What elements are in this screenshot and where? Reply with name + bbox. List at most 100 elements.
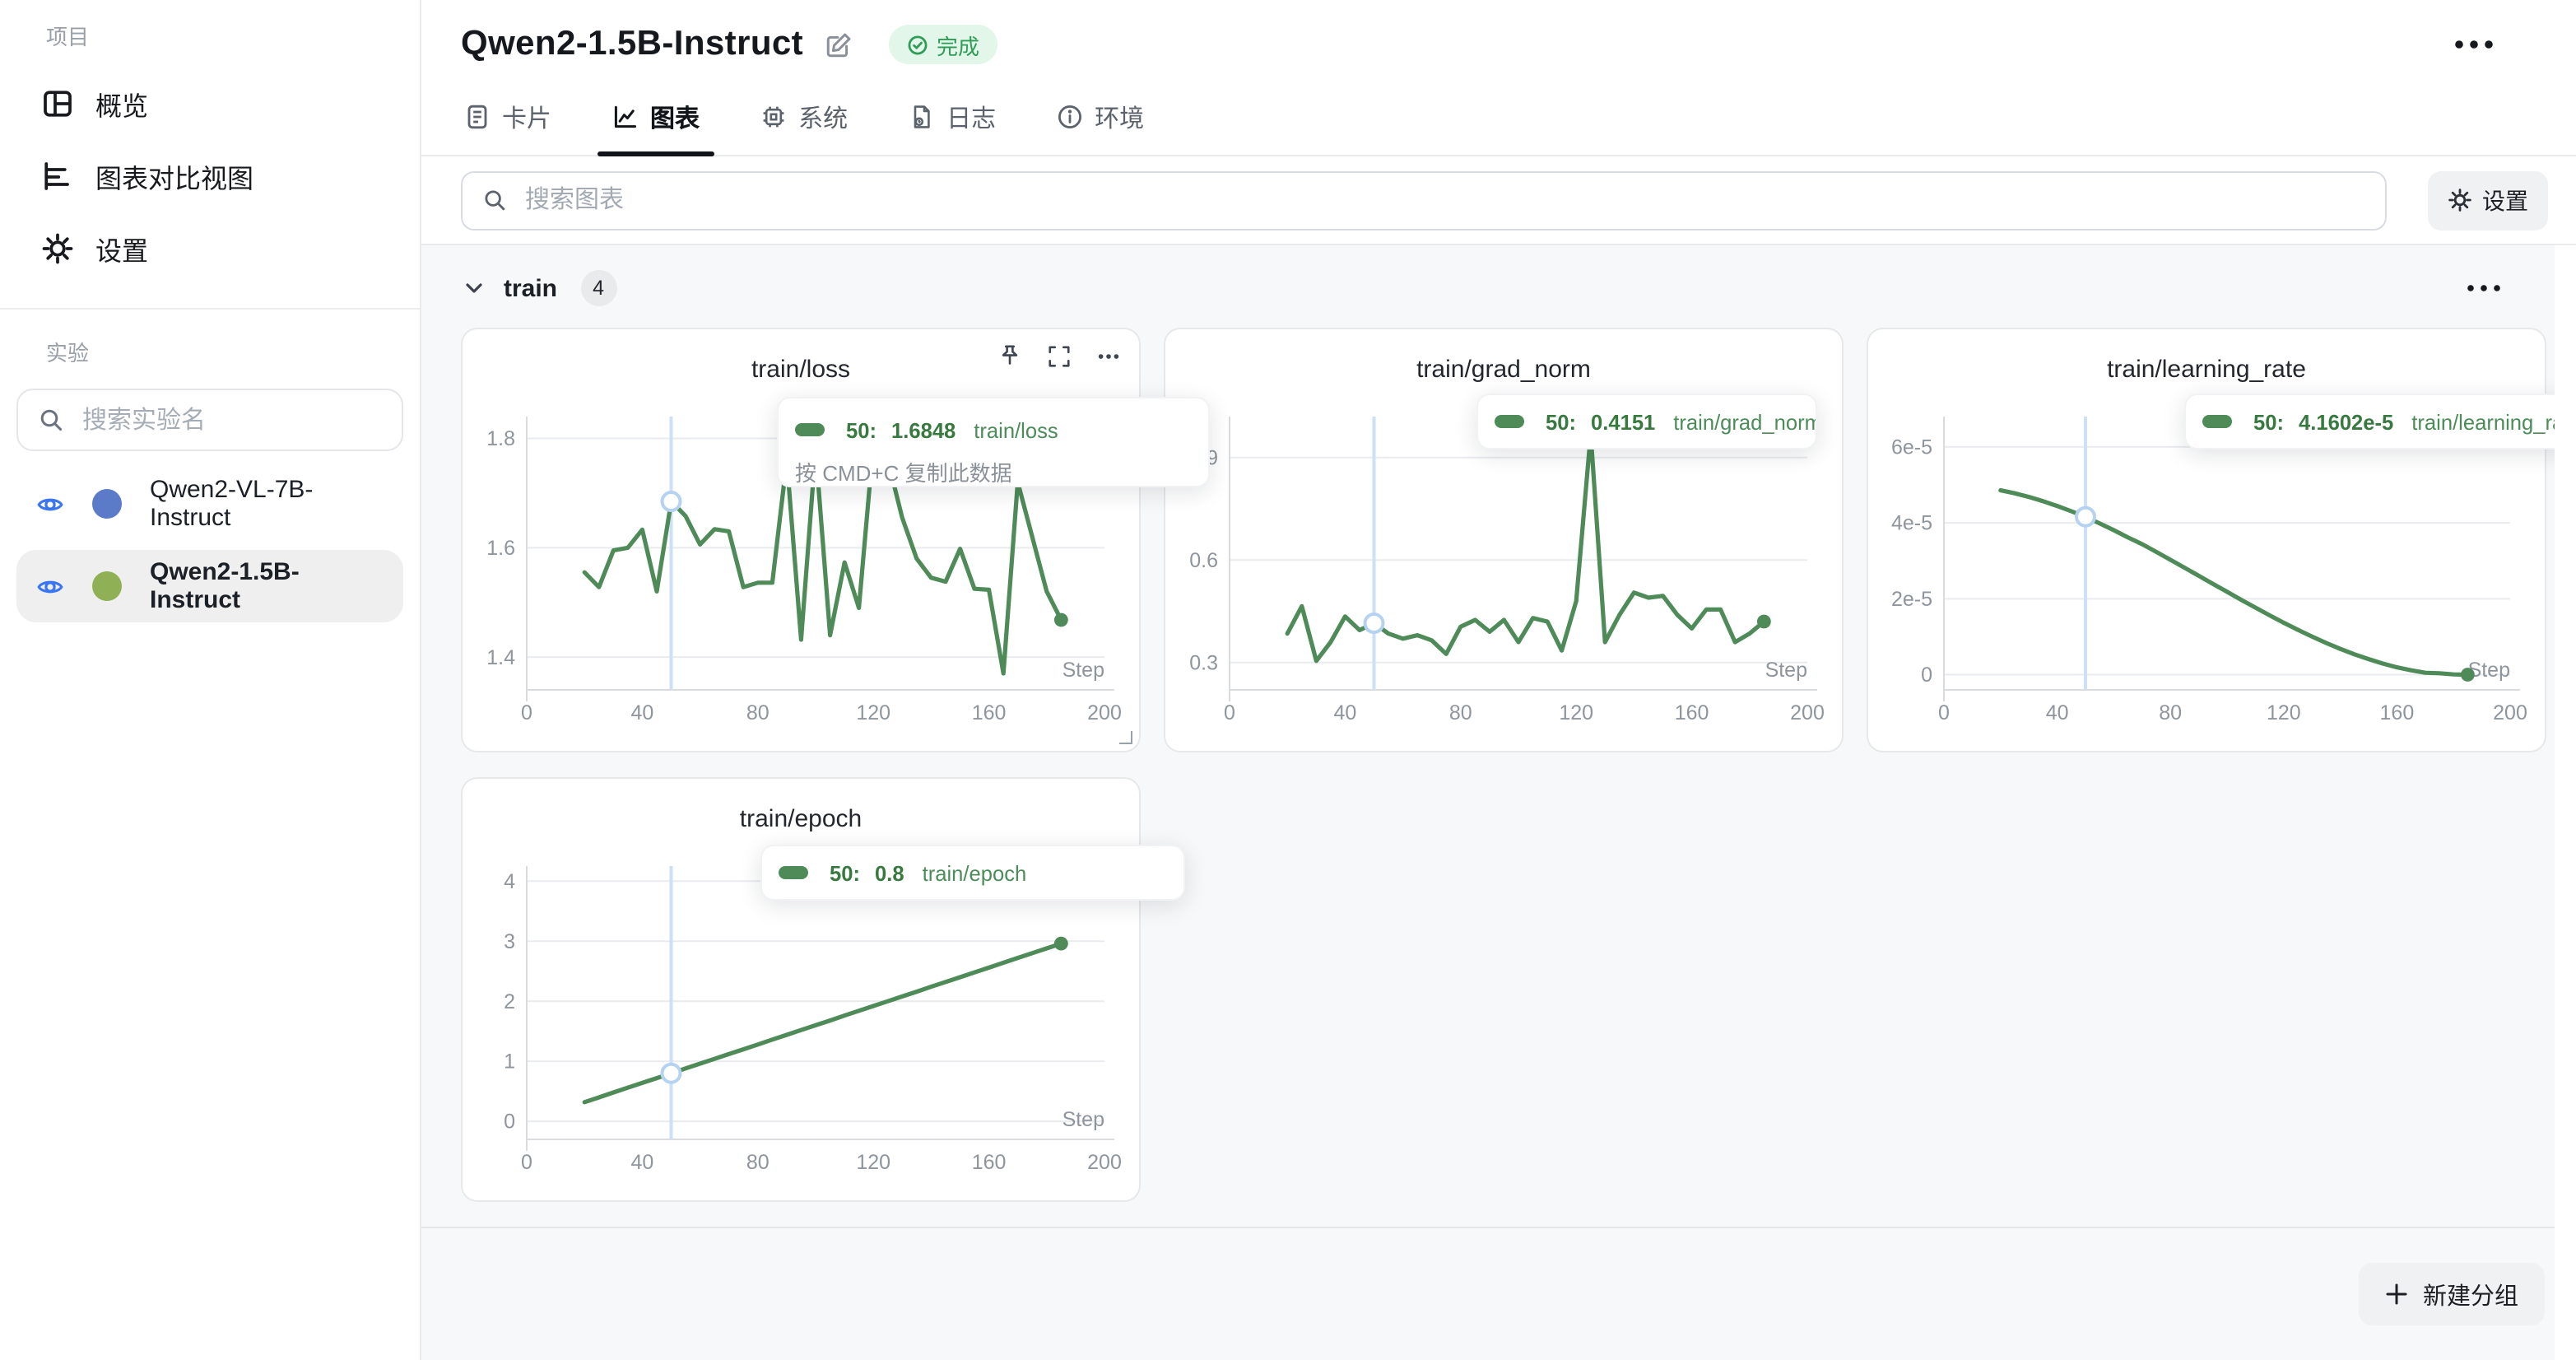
tab-system[interactable]: 系统 <box>760 79 848 155</box>
chart-title: train/learning_rate <box>1868 356 2545 384</box>
group-count-badge: 4 <box>580 270 616 306</box>
tooltip-train-loss: 50: 1.6848 train/loss 按 CMD+C 复制此数据 <box>777 397 1210 487</box>
svg-text:2: 2 <box>504 990 515 1013</box>
ellipsis-icon[interactable] <box>1096 344 1121 369</box>
tab-label: 日志 <box>946 100 996 134</box>
tooltip-step: 50: <box>830 860 860 885</box>
svg-text:80: 80 <box>746 1151 770 1174</box>
svg-text:160: 160 <box>1675 701 1709 724</box>
plus-icon <box>2385 1283 2408 1306</box>
fullscreen-icon[interactable] <box>1047 344 1072 369</box>
pin-icon[interactable] <box>997 344 1022 369</box>
chart-card-train-epoch: 0123404080120160200Step train/epoch <box>461 777 1141 1202</box>
experiment-name: Qwen2-1.5B-Instruct <box>150 558 384 614</box>
chart-canvas[interactable]: 1.41.61.804080120160200Step <box>463 329 1141 752</box>
group-name: train <box>504 274 557 302</box>
new-group-button-label: 新建分组 <box>2423 1277 2518 1311</box>
chart-toolbar: 设置 <box>421 156 2576 245</box>
check-circle-icon <box>907 34 928 55</box>
tab-charts[interactable]: 图表 <box>612 79 700 155</box>
sidebar-item-label: 概览 <box>95 84 148 123</box>
visibility-eye-icon[interactable] <box>36 490 64 518</box>
cpu-icon <box>760 104 787 130</box>
tooltip-step: 50: <box>846 417 876 442</box>
svg-text:120: 120 <box>856 1151 890 1174</box>
visibility-eye-icon[interactable] <box>36 572 64 600</box>
svg-text:80: 80 <box>746 701 770 724</box>
svg-text:120: 120 <box>856 701 890 724</box>
sidebar-item-settings[interactable]: 设置 <box>0 212 420 285</box>
tooltip-step: 50: <box>1546 409 1576 434</box>
chart-card-actions <box>997 344 1121 369</box>
svg-text:0: 0 <box>1938 701 1950 724</box>
experiment-row-selected[interactable]: Qwen2-1.5B-Instruct <box>16 550 403 622</box>
tooltip-train-epoch: 50: 0.8 train/epoch <box>760 845 1185 901</box>
tab-label: 环境 <box>1095 100 1144 134</box>
svg-text:0: 0 <box>1224 701 1235 724</box>
chart-grid: 1.41.61.804080120160200Step train/loss <box>461 328 2515 1202</box>
tooltip-metric: train/epoch <box>923 860 1027 885</box>
chart-settings-button[interactable]: 设置 <box>2428 170 2548 230</box>
edit-pencil-icon[interactable] <box>825 30 853 58</box>
charts-content: train 4 1.41.61.804080120160200Step trai… <box>421 245 2555 1360</box>
experiment-search-input[interactable] <box>79 404 413 435</box>
svg-text:160: 160 <box>972 1151 1007 1174</box>
svg-text:0: 0 <box>521 701 532 724</box>
resize-handle[interactable] <box>1119 731 1132 744</box>
svg-text:40: 40 <box>2046 701 2069 724</box>
svg-text:Step: Step <box>1062 1108 1104 1131</box>
bar-chart-icon <box>41 160 74 193</box>
log-file-icon <box>909 104 935 130</box>
tooltip-train-grad-norm: 50: 0.4151 train/grad_norm <box>1476 394 1817 449</box>
experiment-name: Qwen2-VL-7B-Instruct <box>150 476 384 532</box>
page-header: Qwen2-1.5B-Instruct 完成 <box>421 0 2576 79</box>
chart-title: train/epoch <box>463 805 1139 833</box>
experiment-row[interactable]: Qwen2-VL-7B-Instruct <box>16 468 403 540</box>
tab-cards[interactable]: 卡片 <box>464 79 551 155</box>
svg-text:40: 40 <box>630 1151 653 1174</box>
svg-text:Step: Step <box>1765 659 1807 682</box>
svg-text:120: 120 <box>1559 701 1593 724</box>
status-badge: 完成 <box>889 25 997 64</box>
chart-canvas[interactable]: 0123404080120160200Step <box>463 779 1141 1202</box>
svg-text:0: 0 <box>504 1111 515 1134</box>
svg-text:Step: Step <box>2468 659 2510 682</box>
content-footer-divider <box>421 1227 2555 1228</box>
line-chart-icon <box>612 104 639 130</box>
chart-group-header: train 4 <box>461 268 2515 308</box>
tab-label: 图表 <box>650 100 700 134</box>
experiments-section-label: 实验 <box>46 336 420 367</box>
chart-title: train/grad_norm <box>1165 356 1842 384</box>
svg-text:200: 200 <box>1087 701 1122 724</box>
series-swatch <box>2202 415 2232 428</box>
page-title: Qwen2-1.5B-Instruct <box>461 25 803 64</box>
tab-bar: 卡片 图表 系统 <box>421 79 2576 156</box>
svg-text:40: 40 <box>1333 701 1356 724</box>
experiment-search-box <box>16 389 403 451</box>
svg-text:160: 160 <box>972 701 1007 724</box>
group-more-menu-icon[interactable] <box>2466 283 2502 293</box>
tooltip-value: 1.6848 <box>891 417 956 442</box>
svg-text:1.8: 1.8 <box>486 427 515 450</box>
gear-icon <box>2448 188 2472 212</box>
page-more-menu-icon[interactable] <box>2454 38 2494 51</box>
svg-text:6e-5: 6e-5 <box>1891 435 1932 459</box>
tab-logs[interactable]: 日志 <box>909 79 996 155</box>
sidebar-item-overview[interactable]: 概览 <box>0 68 420 140</box>
settings-button-label: 设置 <box>2482 184 2528 217</box>
svg-text:Step: Step <box>1062 659 1104 682</box>
svg-text:80: 80 <box>1449 701 1472 724</box>
svg-text:80: 80 <box>2159 701 2182 724</box>
tooltip-step: 50: <box>2253 409 2284 434</box>
sidebar-item-chart-compare[interactable]: 图表对比视图 <box>0 140 420 212</box>
tab-environment[interactable]: 环境 <box>1057 79 1144 155</box>
svg-text:4: 4 <box>504 870 515 893</box>
tooltip-value: 4.1602e-5 <box>2299 409 2393 434</box>
new-group-button[interactable]: 新建分组 <box>2359 1263 2545 1325</box>
chart-search-input[interactable] <box>522 184 2365 216</box>
chevron-down-icon[interactable] <box>461 275 487 301</box>
tooltip-value: 0.8 <box>875 860 904 885</box>
sidebar: 项目 概览 图表对比视图 设 <box>0 0 421 1360</box>
svg-text:160: 160 <box>2380 701 2415 724</box>
sidebar-divider <box>0 308 420 310</box>
